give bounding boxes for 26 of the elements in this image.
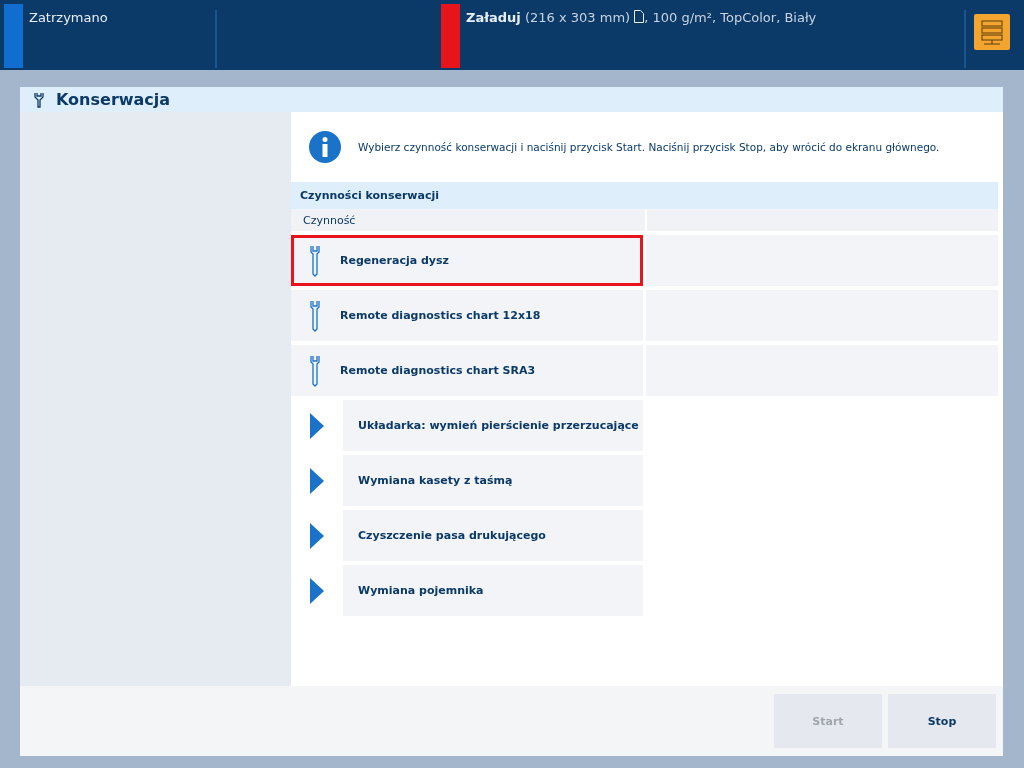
maintenance-procedure[interactable]: Układarka: wymień pierścienie przerzucające [343,400,643,451]
maintenance-procedure[interactable]: Wymiana pojemnika [343,565,643,616]
wrench-icon [32,91,46,108]
alert-indicator [441,4,460,68]
section-header: Czynności konserwacji [291,182,998,209]
printer-state: Zatrzymano [28,9,109,27]
maintenance-action[interactable]: Remote diagnostics chart 12x18 [291,290,643,341]
play-arrow-icon[interactable] [310,467,324,494]
page-icon [634,10,645,23]
maintenance-action[interactable]: Regeneracja dysz [291,235,643,286]
play-arrow-icon[interactable] [310,577,324,604]
load-message: Załaduj (216 x 303 mm) , 100 g/m², TopColor, Biały [465,9,818,27]
maintenance-action[interactable]: Remote diagnostics chart SRA3 [291,345,643,396]
maintenance-procedure[interactable]: Wymiana kasety z taśmą [343,455,643,506]
play-arrow-icon[interactable] [310,412,324,439]
wrench-icon [308,299,322,332]
info-icon [308,130,342,164]
dialog-title: Konserwacja [56,90,171,109]
column-header: Czynność [291,209,645,231]
wrench-icon [308,354,322,387]
maintenance-procedure[interactable]: Czyszczenie pasa drukującego [343,510,643,561]
status-indicator [4,4,23,68]
play-arrow-icon[interactable] [310,522,324,549]
wrench-icon [308,244,322,277]
stop-button[interactable]: Stop [888,694,996,748]
instruction-text: Wybierz czynność konserwacji i naciśnij przycisk Start. Naciśnij przycisk Stop, aby wrócić do ekranu głównego. [358,141,940,153]
